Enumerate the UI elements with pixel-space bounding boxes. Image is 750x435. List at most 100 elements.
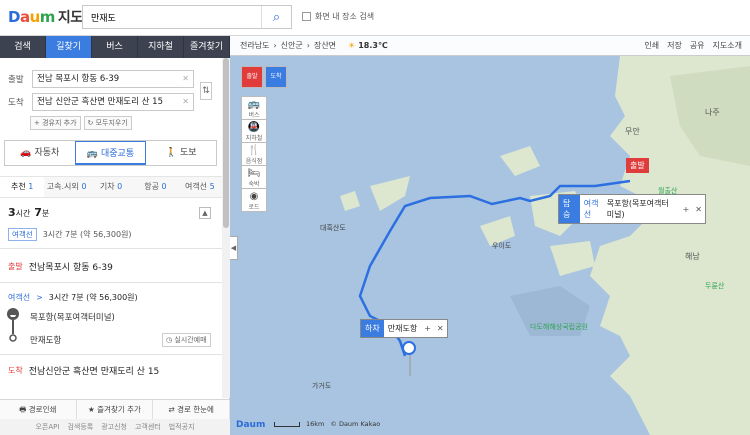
step-end-text: 전남신안군 흑산면 만재도리 산 15 (28, 367, 160, 377)
lodging-layer-button[interactable]: 🛏 숙박 (241, 165, 267, 189)
board-sub: 여객선 (583, 199, 599, 219)
end-field[interactable]: 전남 신안군 흑산면 만재도리 산 15 ✕ (32, 93, 194, 111)
add-waypoint-button[interactable]: + 경유지 추가 (30, 116, 81, 130)
divider (0, 248, 222, 249)
map-terrain (340, 56, 750, 435)
crumb-separator: › (306, 41, 310, 50)
crumb-county[interactable]: 신안군 (281, 40, 303, 51)
end-mode-button[interactable]: 도착 (265, 66, 287, 88)
summary-text: 3시간 7분 (약 56,300원) (42, 230, 132, 239)
start-mode-button[interactable]: 출발 (241, 66, 263, 88)
temperature: 18.3℃ (358, 41, 388, 50)
collapse-icon[interactable]: ▲ (199, 207, 211, 219)
end-value: 전남 신안군 흑산면 만재도리 산 15 (37, 97, 163, 107)
tab-favorites[interactable]: 즐겨찾기 (184, 36, 230, 58)
filter-label: 여객선 (184, 182, 208, 191)
filter-count: 0 (161, 182, 167, 191)
alight-popup[interactable]: 하차 만재도항 + ✕ (360, 319, 448, 338)
crumb-province[interactable]: 전라남도 (240, 40, 269, 51)
footer-link[interactable]: 고객센터 (135, 422, 161, 432)
tool-label: 지하철 (245, 135, 263, 142)
favorite-label: 즐겨찾기 추가 (97, 405, 141, 414)
duration-hours-unit: 시간 (15, 209, 31, 218)
filter-count: 1 (28, 182, 34, 191)
directions-panel: 출발 전남 목포시 항동 6-39 ✕ 도착 전남 신안군 흑산면 만재도리 산 … (0, 58, 230, 435)
place-label: 가거도 (312, 382, 332, 390)
map-canvas[interactable]: 전라남도 › 신안군 › 장산면 ☀ 18.3℃ 인쇄 저장 공유 지도소개 출발… (230, 36, 750, 435)
bed-icon: 🛏 (247, 168, 261, 179)
mode-walk-label: 도보 (179, 148, 197, 158)
restaurant-layer-button[interactable]: 🍴 음식점 (241, 142, 267, 166)
footer-link[interactable]: 오픈API (35, 422, 59, 432)
add-favorite-button[interactable]: ★ 즐겨찾기 추가 (77, 400, 154, 419)
board-text: 목포항(목포여객터미널) (606, 199, 669, 219)
start-pin[interactable]: 출발 (626, 158, 649, 173)
duration-hours: 3 (8, 206, 16, 219)
close-icon[interactable]: ✕ (434, 324, 447, 333)
ferry-marker[interactable] (402, 341, 416, 355)
tab-bus[interactable]: 버스 (92, 36, 138, 58)
place-label: 해남 (685, 252, 700, 261)
roadview-button[interactable]: ◉ 로드 (241, 188, 267, 212)
filter-train[interactable]: 기차 0 (89, 177, 133, 197)
clock-icon: ◷ (166, 336, 173, 344)
map-topbar: 전라남도 › 신안군 › 장산면 ☀ 18.3℃ 인쇄 저장 공유 지도소개 (230, 36, 750, 56)
swap-icon[interactable]: ⇅ (200, 82, 212, 100)
route-summary: 여객선 3시간 7분 (약 56,300원) (8, 228, 132, 241)
close-icon[interactable]: ✕ (692, 205, 705, 214)
end-row: 도착 전남 신안군 흑산면 만재도리 산 15 ✕ (8, 93, 223, 111)
footer-link[interactable]: 법적공지 (169, 422, 195, 432)
step-end[interactable]: 도착 전남신안군 흑산면 만재도리 산 15 (8, 364, 159, 377)
place-label: 우이도 (492, 242, 512, 250)
leg-summary[interactable]: 여객선 > 3시간 7분 (약 56,300원) (8, 292, 138, 303)
filter-express[interactable]: 고속.시외 0 (44, 177, 88, 197)
leg-to[interactable]: 만재도항 (30, 334, 61, 346)
step-start[interactable]: 출발 전남목포시 항동 6-39 (8, 260, 113, 273)
duration-min: 7 (34, 206, 42, 219)
bus-layer-button[interactable]: 🚌 버스 (241, 96, 267, 120)
route-overview-button[interactable]: ⇄ 경로 한눈에 (153, 400, 231, 419)
leg-from[interactable]: 목포항(목포여객터미널) (30, 311, 115, 323)
live-booking-label: 실시간예매 (174, 336, 207, 344)
island-shape (340, 191, 360, 211)
live-booking-button[interactable]: ◷ 실시간예매 (162, 333, 211, 347)
place-label: 대흑산도 (320, 224, 346, 232)
save-link[interactable]: 저장 (667, 40, 682, 51)
search-box: ⌕ (82, 5, 292, 29)
plus-icon[interactable]: + (421, 324, 434, 333)
footer-link[interactable]: 검색등록 (67, 422, 93, 432)
daum-logo[interactable]: Daum 지도 (8, 7, 83, 27)
clear-all-button[interactable]: ↻ 모두지우기 (83, 116, 132, 130)
mode-walk[interactable]: 🚶 도보 (146, 141, 216, 165)
search-input[interactable] (83, 6, 258, 28)
print-link[interactable]: 인쇄 (644, 40, 659, 51)
share-link[interactable]: 공유 (690, 40, 705, 51)
area-search-checkbox[interactable]: 화면 내 장소 검색 (302, 11, 374, 22)
filter-ferry[interactable]: 여객선 5 (178, 177, 222, 197)
tab-subway[interactable]: 지하철 (138, 36, 184, 58)
mode-transit[interactable]: 🚌 대중교통 (74, 141, 147, 165)
scroll-thumb[interactable] (223, 58, 229, 228)
panel-collapse-handle[interactable]: ◀ (230, 236, 238, 260)
checkbox-box[interactable] (302, 12, 311, 21)
plus-icon[interactable]: + (680, 205, 693, 214)
print-route-button[interactable]: 🖶 경로인쇄 (0, 400, 77, 419)
footer-link[interactable]: 광고신청 (101, 422, 127, 432)
map-scale: 16km © Daum Kakao (274, 420, 380, 428)
filter-recommend[interactable]: 추천 1 (0, 177, 45, 197)
clear-icon[interactable]: ✕ (182, 71, 189, 87)
board-popup[interactable]: 탑승 여객선 목포항(목포여객터미널) + ✕ (558, 194, 706, 224)
crumb-town[interactable]: 장산면 (314, 40, 336, 51)
filter-air[interactable]: 항공 0 (133, 177, 177, 197)
sun-icon: ☀ (348, 41, 356, 50)
subway-layer-button[interactable]: 🚇 지하철 (241, 119, 267, 143)
mode-car-label: 자동차 (34, 148, 60, 158)
panel-scrollbar[interactable] (222, 58, 230, 398)
tab-directions[interactable]: 길찾기 (46, 36, 92, 58)
about-link[interactable]: 지도소개 (713, 40, 742, 51)
search-icon[interactable]: ⌕ (261, 6, 291, 28)
mode-car[interactable]: 🚗 자동차 (5, 141, 75, 165)
start-field[interactable]: 전남 목포시 항동 6-39 ✕ (32, 70, 194, 88)
clear-icon[interactable]: ✕ (182, 94, 189, 110)
tab-search[interactable]: 검색 (0, 36, 46, 58)
